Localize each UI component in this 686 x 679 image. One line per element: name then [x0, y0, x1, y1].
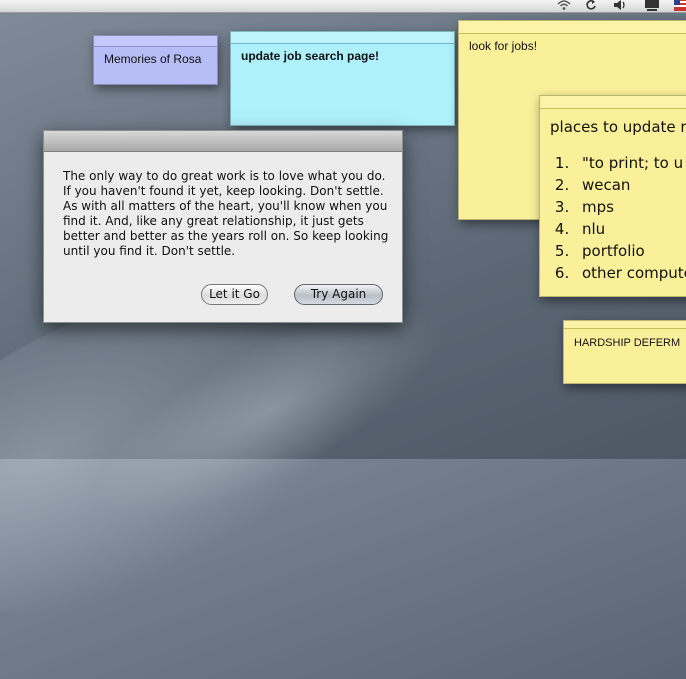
flag-icon[interactable]	[674, 0, 686, 13]
list-item: portfolio	[574, 240, 686, 262]
sticky-note-text[interactable]: look for jobs!	[469, 39, 537, 53]
menu-bar	[0, 0, 686, 13]
sticky-note-titlebar[interactable]	[540, 96, 686, 109]
note-heading: places to update re	[550, 118, 686, 136]
sticky-note-job-search[interactable]: update job search page!	[230, 31, 455, 126]
sticky-note-text[interactable]: HARDSHIP DEFERM	[574, 337, 680, 349]
list-item: mps	[574, 196, 686, 218]
list-item: wecan	[574, 174, 686, 196]
sticky-note-text[interactable]: update job search page!	[241, 49, 379, 63]
try-again-button[interactable]: Try Again	[294, 284, 383, 305]
note-list: "to print; to u wecan mps nlu portfolio …	[550, 152, 686, 284]
volume-icon[interactable]	[613, 0, 627, 13]
wifi-icon[interactable]	[557, 0, 571, 13]
sticky-note-titlebar[interactable]	[459, 21, 686, 34]
sticky-note-memories[interactable]: Memories of Rosa	[93, 35, 218, 85]
sticky-note-text[interactable]: places to update re "to print; to u weca…	[550, 118, 686, 284]
alert-dialog: The only way to do great work is to love…	[43, 130, 403, 323]
list-item: nlu	[574, 218, 686, 240]
dialog-titlebar[interactable]	[44, 131, 402, 152]
dialog-message: The only way to do great work is to love…	[63, 169, 389, 258]
list-item: "to print; to u	[574, 152, 686, 174]
sticky-note-text[interactable]: Memories of Rosa	[104, 52, 201, 66]
sticky-note-titlebar[interactable]	[564, 321, 686, 329]
sticky-note-titlebar[interactable]	[94, 36, 217, 47]
sticky-note-places-to-update[interactable]: places to update re "to print; to u weca…	[539, 95, 686, 297]
let-it-go-button[interactable]: Let it Go	[201, 284, 268, 305]
sync-icon[interactable]	[585, 0, 597, 13]
sticky-note-hardship[interactable]: HARDSHIP DEFERM	[563, 320, 686, 384]
list-item: other compute	[574, 262, 686, 284]
display-icon[interactable]	[644, 0, 660, 13]
sticky-note-titlebar[interactable]	[231, 32, 454, 44]
